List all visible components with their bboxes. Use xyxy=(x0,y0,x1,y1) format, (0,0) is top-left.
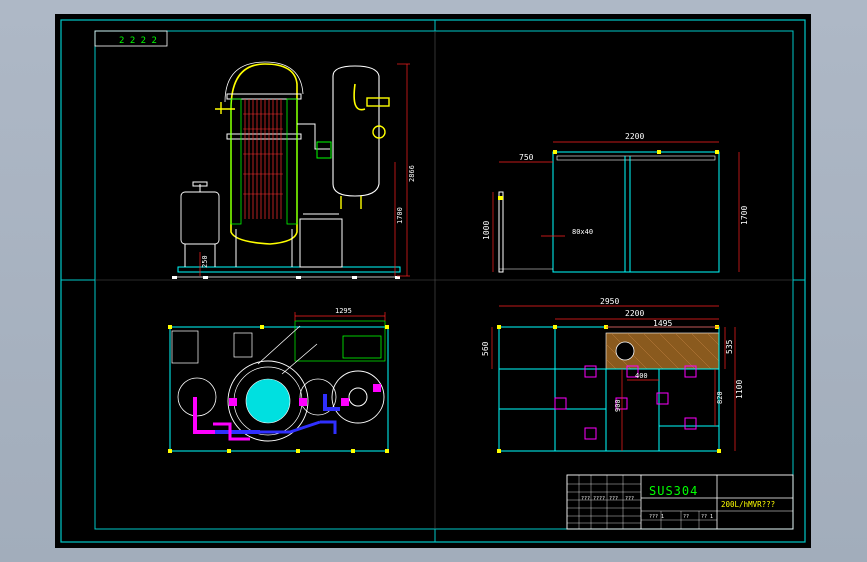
title-small-label: ?? 1 xyxy=(701,514,713,520)
title-material: SUS304 xyxy=(649,484,698,498)
dim-side-height: 1700 xyxy=(740,206,749,225)
dim-front-height-total: 2866 xyxy=(408,165,416,182)
title-small-label: ??? xyxy=(581,496,590,502)
cad-viewport: 2 2 2 2 2866 1700 250 2200 750 1700 1000… xyxy=(0,0,867,562)
dim-side-low: 1000 xyxy=(482,221,491,240)
dim-frame-inner: 2200 xyxy=(625,309,644,318)
dim-frame-inner-b: 900 xyxy=(614,399,622,412)
title-block: SUS304 200L/hMVR??? ??? ???? ??? ??? ???… xyxy=(566,474,794,530)
dim-frame-width: 2950 xyxy=(600,297,619,306)
dim-side-tube: 80x40 xyxy=(572,228,593,236)
side-elevation: 2200 750 1700 1000 80x40 xyxy=(482,132,749,273)
dim-side-width: 2200 xyxy=(625,132,644,141)
dim-side-offset: 750 xyxy=(519,153,534,162)
label-top-left: 2 2 2 2 xyxy=(119,36,157,46)
cad-drawing: 2 2 2 2 2866 1700 250 2200 750 1700 1000… xyxy=(60,19,806,543)
plan-view: 1295 xyxy=(168,307,389,453)
title-small-label: ??? xyxy=(609,496,618,502)
dim-plan-width: 1295 xyxy=(335,307,352,315)
title-drawing-name: 200L/hMVR??? xyxy=(721,500,775,509)
title-small-label: ??? 1 xyxy=(649,514,664,520)
dim-front-height-lower: 1700 xyxy=(396,207,404,224)
dim-frame-right-b: 1100 xyxy=(735,380,744,399)
title-small-label: ?? xyxy=(683,514,689,520)
outer-border xyxy=(60,19,806,543)
drawing-sheet: 2 2 2 2 2866 1700 250 2200 750 1700 1000… xyxy=(55,14,811,548)
dim-frame-inner-a: 400 xyxy=(635,372,648,380)
dim-frame-hatch: 1495 xyxy=(653,319,672,328)
frame-plan: 2950 2200 1495 560 535 1100 400 900 820 xyxy=(481,297,744,453)
dim-frame-inner-c: 820 xyxy=(716,391,724,404)
dim-front-offset: 250 xyxy=(201,255,209,268)
title-small-label: ???? xyxy=(593,496,605,502)
title-small-label: ??? xyxy=(625,496,634,502)
front-elevation: 2866 1700 250 xyxy=(172,61,416,279)
dim-frame-right-a: 535 xyxy=(725,339,734,354)
dim-frame-left: 560 xyxy=(481,341,490,356)
